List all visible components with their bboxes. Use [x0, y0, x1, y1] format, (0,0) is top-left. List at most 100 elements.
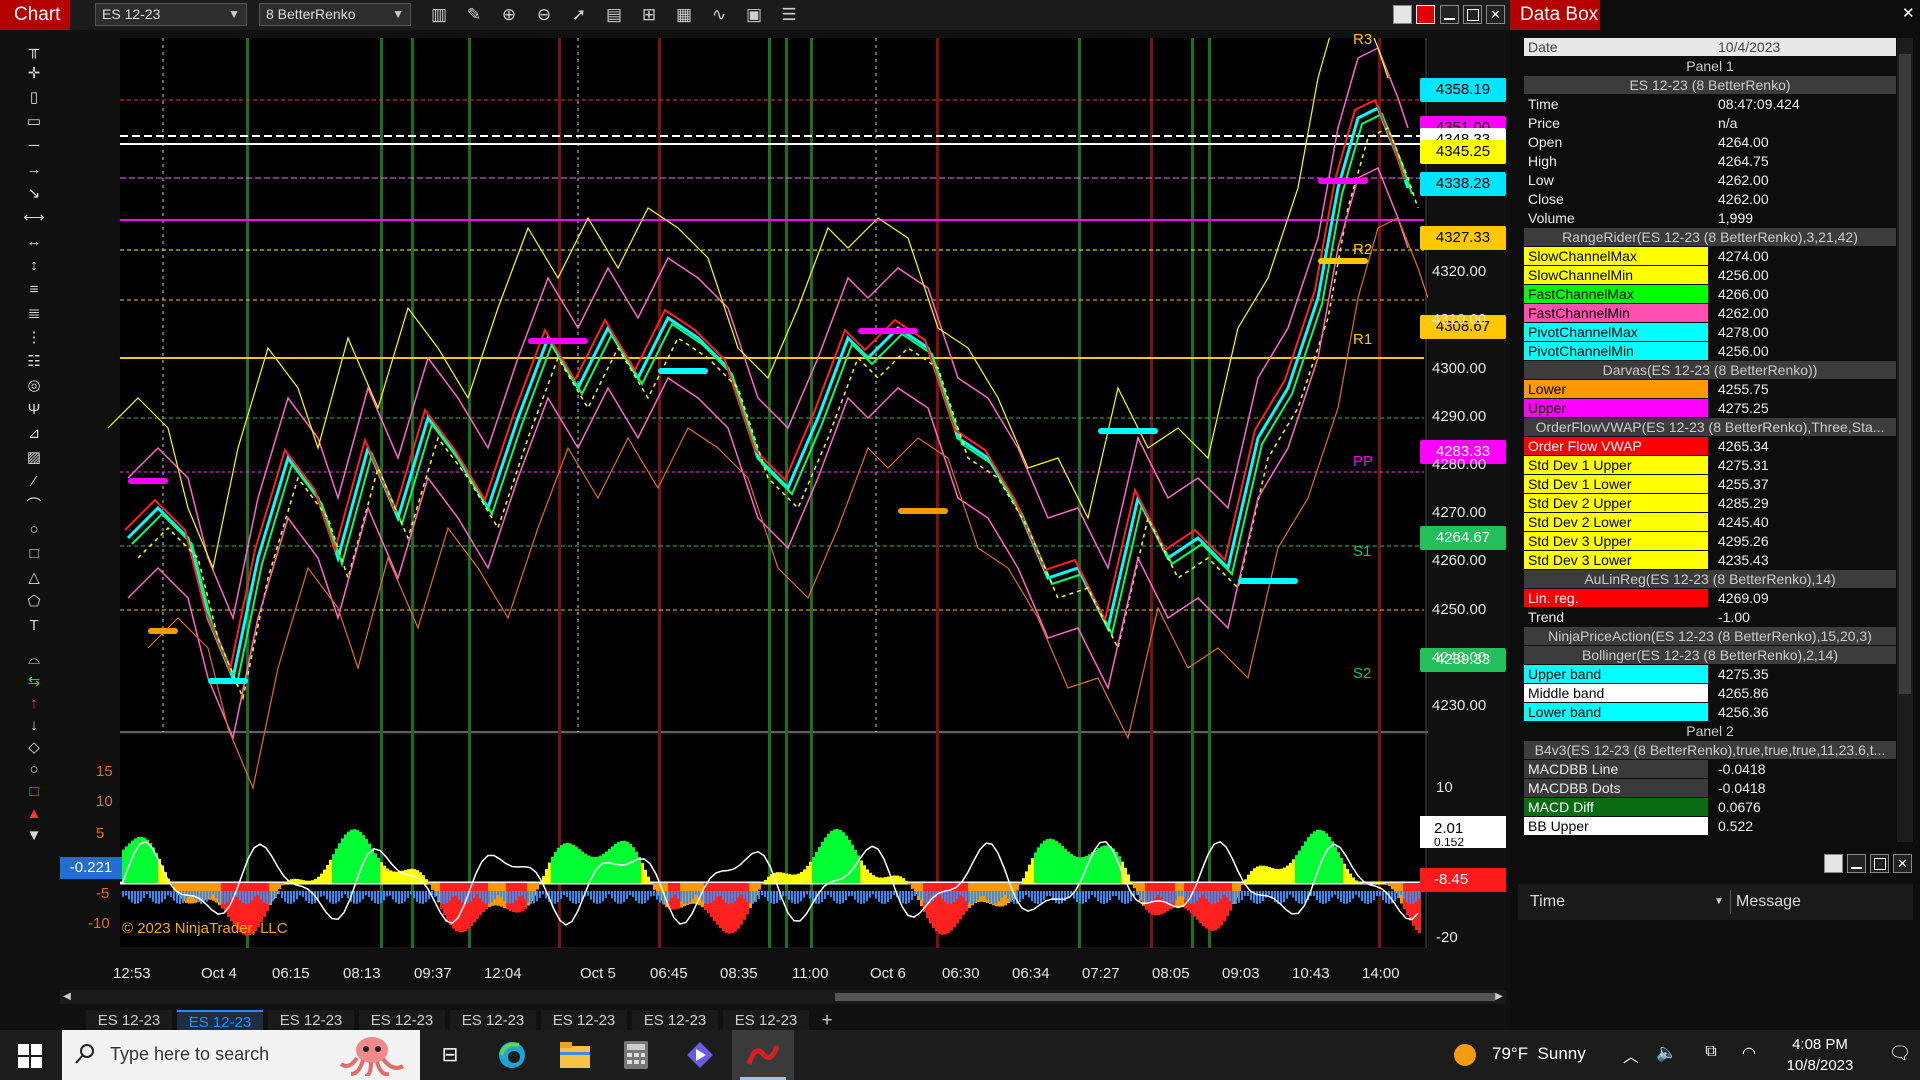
restore-icon[interactable]	[1824, 854, 1843, 873]
menu-list-icon[interactable]: ☰	[778, 4, 800, 26]
log-message-column[interactable]: Message	[1736, 884, 1906, 920]
path-icon[interactable]: T	[22, 616, 46, 636]
log-time-column[interactable]: Time	[1530, 884, 1710, 920]
fib-timezone-icon[interactable]: ⋮	[22, 328, 46, 348]
rectangle-icon[interactable]: ○	[22, 520, 46, 540]
ellipse-icon[interactable]: ⌒	[22, 496, 46, 516]
cursor-icon[interactable]: ➚	[568, 4, 590, 26]
oscillator-dot	[1319, 891, 1321, 903]
maximize-icon[interactable]	[1870, 854, 1889, 873]
arc-icon[interactable]: ⁄	[22, 472, 46, 492]
vertical-line-icon[interactable]: ↕	[22, 256, 46, 276]
chart-tab[interactable]: ES 12-23	[86, 1010, 172, 1032]
arrow-down-icon[interactable]: ↑	[22, 694, 46, 714]
close-icon[interactable]: ✕	[1486, 5, 1505, 24]
oscillator-dot	[887, 891, 889, 903]
chart-tab[interactable]: ES 12-23	[632, 1010, 718, 1032]
fib-extension-icon[interactable]: ≣	[22, 304, 46, 324]
oscillator-bar	[518, 883, 521, 913]
sort-chevron-icon[interactable]: ▼	[1714, 884, 1726, 920]
triangle-icon[interactable]: □	[22, 544, 46, 564]
horizontal-line-icon[interactable]: ↔	[22, 232, 46, 252]
indicators-icon[interactable]: ▦	[673, 4, 695, 26]
chart-tab[interactable]: ES 12-23	[450, 1010, 536, 1032]
trash-icon[interactable]: ▼	[22, 826, 46, 846]
ruler-icon[interactable]: ╥	[22, 40, 46, 60]
draw-pencil-icon[interactable]: ✎	[463, 4, 485, 26]
region-icon[interactable]: ▯	[22, 88, 46, 108]
close-chart-icon[interactable]	[1416, 5, 1435, 24]
square-icon[interactable]: ○	[22, 760, 46, 780]
oscillator-dot	[1103, 891, 1105, 904]
windows-start-icon[interactable]	[18, 1044, 42, 1068]
oscillator-bar	[458, 883, 461, 933]
taskbar-clock[interactable]: 4:08 PM 10/8/2023	[1770, 1032, 1870, 1078]
triangle-down-icon[interactable]: ▲	[22, 804, 46, 824]
ninjatrader-taskbar-item[interactable]	[732, 1030, 794, 1080]
scroll-thumb[interactable]	[835, 993, 1495, 1001]
andrews-pitchfork-icon[interactable]: ◎	[22, 376, 46, 396]
scroll-right-icon[interactable]: ▶	[1492, 990, 1506, 1004]
horizontal-scrollbar[interactable]: ◀ ▶	[60, 990, 1506, 1004]
chart-tab[interactable]: ES 12-23	[541, 1010, 627, 1032]
file-explorer-icon[interactable]	[560, 1042, 590, 1068]
zoom-out-icon[interactable]: ⊖	[533, 4, 555, 26]
calculator-icon[interactable]	[624, 1041, 648, 1069]
triangle-up-icon[interactable]: □	[22, 782, 46, 802]
rect-icon[interactable]: ▭	[22, 112, 46, 132]
bar-type-icon[interactable]: ▥	[428, 4, 450, 26]
zoom-in-icon[interactable]: ⊕	[498, 4, 520, 26]
oscillator-bar	[1334, 846, 1337, 883]
minimize-icon[interactable]	[1440, 5, 1459, 24]
camera-icon[interactable]: ⧉	[1700, 1043, 1722, 1065]
databox-scrollbar[interactable]	[1897, 38, 1913, 842]
crosshair-icon[interactable]: ✛	[22, 64, 46, 84]
restore-icon[interactable]	[1393, 5, 1412, 24]
chevron-up-icon[interactable]: ︿	[1620, 1043, 1642, 1066]
maximize-icon[interactable]	[1463, 5, 1482, 24]
line-icon[interactable]: ─	[22, 136, 46, 156]
data-series-icon[interactable]: ▤	[603, 4, 625, 26]
polygon-icon[interactable]: △	[22, 568, 46, 588]
close-icon[interactable]: ✕	[1893, 854, 1912, 873]
weather-text[interactable]: 79°F Sunny	[1492, 1044, 1586, 1064]
gann-fan-icon[interactable]: Ψ	[22, 400, 46, 420]
text-icon[interactable]: ⬠	[22, 592, 46, 612]
price-chart[interactable]	[58, 38, 1428, 948]
oscillator-bar	[1154, 883, 1157, 916]
diamond-icon[interactable]: ↓	[22, 716, 46, 736]
properties-icon[interactable]: ▣	[743, 4, 765, 26]
task-view-icon[interactable]: ⊟	[437, 1042, 463, 1068]
arrow-up-icon[interactable]: ⇆	[22, 672, 46, 692]
minimize-icon[interactable]	[1847, 854, 1866, 873]
databox-close-icon[interactable]: ✕	[1902, 4, 1916, 24]
oscillator-bar	[881, 877, 884, 883]
chart-tab[interactable]: ES 12-23	[268, 1010, 354, 1032]
databox-scroll-thumb[interactable]	[1899, 54, 1911, 694]
chart-tab[interactable]: ES 12-23	[359, 1010, 445, 1032]
fib-circle-icon[interactable]: ☷	[22, 352, 46, 372]
ray-icon[interactable]: →	[22, 160, 46, 180]
extended-line-icon[interactable]: ⟷	[22, 208, 46, 228]
chart-tab[interactable]: ES 12-23	[723, 1010, 809, 1032]
risk-reward-icon[interactable]: ⌓	[22, 650, 46, 670]
instrument-selector[interactable]: ES 12-23 ▼	[95, 3, 247, 26]
network-icon[interactable]: ◠	[1738, 1043, 1760, 1065]
arrow-line-icon[interactable]: ↘	[22, 184, 46, 204]
bar-type-selector[interactable]: 8 BetterRenko ▼	[259, 3, 411, 26]
trend-channel-icon[interactable]: ▨	[22, 448, 46, 468]
taskbar-search-box[interactable]: Type here to search	[62, 1030, 420, 1080]
media-app-icon[interactable]	[685, 1040, 715, 1070]
template-icon[interactable]: ⊞	[638, 4, 660, 26]
regression-channel-icon[interactable]: ⊿	[22, 424, 46, 444]
databox-key: Lower	[1524, 380, 1708, 398]
strategies-icon[interactable]: ∿	[708, 4, 730, 26]
edge-browser-icon[interactable]	[497, 1040, 527, 1070]
speaker-icon[interactable]: 🔈	[1656, 1043, 1678, 1065]
scroll-left-icon[interactable]: ◀	[60, 990, 74, 1004]
dot-icon[interactable]: ◇	[22, 738, 46, 758]
oscillator-dot	[275, 891, 277, 899]
add-tab-icon[interactable]: +	[816, 1010, 838, 1032]
notification-icon[interactable]: 🗨	[1888, 1043, 1912, 1067]
fib-retracement-icon[interactable]: ≡	[22, 280, 46, 300]
